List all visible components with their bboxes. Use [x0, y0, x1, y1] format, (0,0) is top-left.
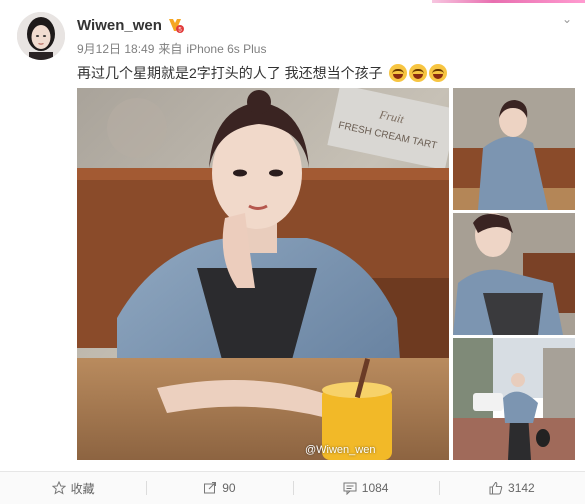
comment-count: 1084: [361, 481, 389, 495]
main-photo[interactable]: Fruit FRESH CREAM TART @Wiwen_wen: [77, 88, 449, 460]
photo-watermark: @Wiwen_wen: [305, 444, 376, 456]
username-link[interactable]: Wiwen_wen: [77, 17, 162, 34]
repost-count: 90: [222, 481, 236, 495]
thumbnail-image: [453, 88, 575, 210]
post-text-content: 再过几个星期就是2字打头的人了 我还想当个孩子: [77, 65, 383, 81]
like-button[interactable]: 3142: [438, 472, 585, 504]
avatar-portrait-image: [17, 12, 65, 60]
avatar[interactable]: [17, 12, 65, 60]
post-text: 再过几个星期就是2字打头的人了 我还想当个孩子: [77, 62, 447, 84]
collect-button[interactable]: 收藏: [0, 472, 146, 504]
top-accent-bar: [432, 0, 585, 3]
laughing-emoji-icon: [388, 64, 407, 82]
cafe-portrait-image: Fruit FRESH CREAM TART: [77, 88, 449, 460]
post-meta: 9月12日 18:49 来自 iPhone 6s Plus: [77, 40, 270, 57]
member-badge-icon[interactable]: 5: [166, 17, 184, 34]
author-row: Wiwen_wen 5: [77, 15, 184, 35]
thumbnail-image: [453, 338, 575, 460]
laughing-emoji-icon: [428, 64, 447, 82]
post-source-device: iPhone 6s Plus: [186, 42, 267, 56]
comment-button[interactable]: 1084: [292, 472, 439, 504]
laughing-emoji-icon: [408, 64, 427, 82]
photo-thumbnail[interactable]: [453, 88, 575, 210]
thumbnail-image: [453, 213, 575, 335]
chevron-down-icon[interactable]: ⌄: [560, 12, 574, 26]
action-bar: 收藏 90 1084 3142: [0, 472, 585, 504]
post-date-link[interactable]: 9月12日 18:49: [77, 42, 154, 56]
comment-icon: [343, 482, 357, 495]
photo-thumbnail[interactable]: [453, 213, 575, 335]
collect-label: 收藏: [70, 481, 95, 496]
weibo-post-card: ⌄ Wiwen_wen 5 9月12日 18:49 来自 iPhone 6s Plu…: [0, 0, 585, 504]
photo-thumbnail[interactable]: [453, 338, 575, 460]
source-prefix: 来自: [158, 42, 183, 56]
thumbs-up-icon: [489, 481, 503, 495]
like-count: 3142: [508, 481, 535, 495]
repost-button[interactable]: 90: [146, 472, 292, 504]
repost-icon: [204, 482, 217, 494]
star-icon: [51, 481, 66, 495]
